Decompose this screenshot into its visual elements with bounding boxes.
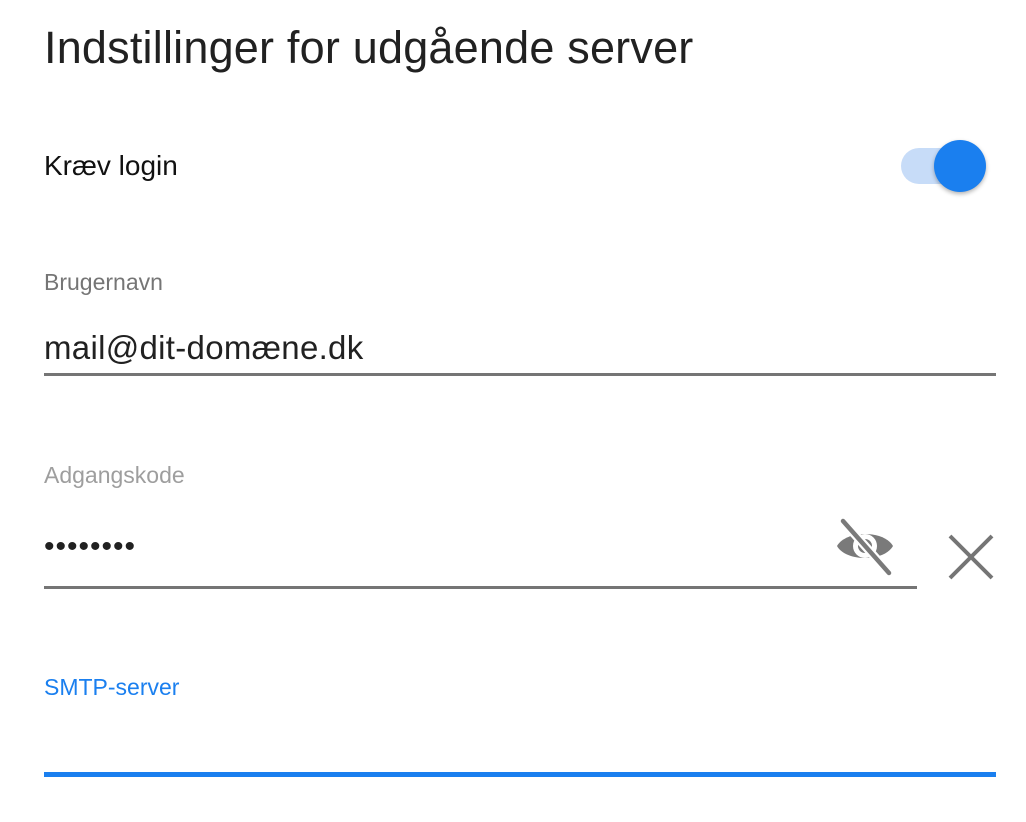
smtp-server-field[interactable]: [44, 716, 984, 762]
require-login-label: Kræv login: [44, 150, 178, 181]
visibility-off-icon[interactable]: [834, 516, 896, 578]
close-icon[interactable]: [944, 530, 998, 584]
smtp-server-label: SMTP-server: [44, 674, 180, 700]
username-underline: [44, 373, 996, 376]
page-title: Indstillinger for udgående server: [44, 22, 694, 73]
smtp-server-underline: [44, 772, 996, 777]
username-field[interactable]: [44, 325, 984, 371]
toggle-thumb: [934, 140, 986, 192]
password-field[interactable]: [44, 524, 824, 570]
username-label: Brugernavn: [44, 269, 163, 295]
password-underline: [44, 586, 917, 589]
require-login-toggle[interactable]: [900, 140, 988, 192]
password-label: Adgangskode: [44, 462, 185, 488]
